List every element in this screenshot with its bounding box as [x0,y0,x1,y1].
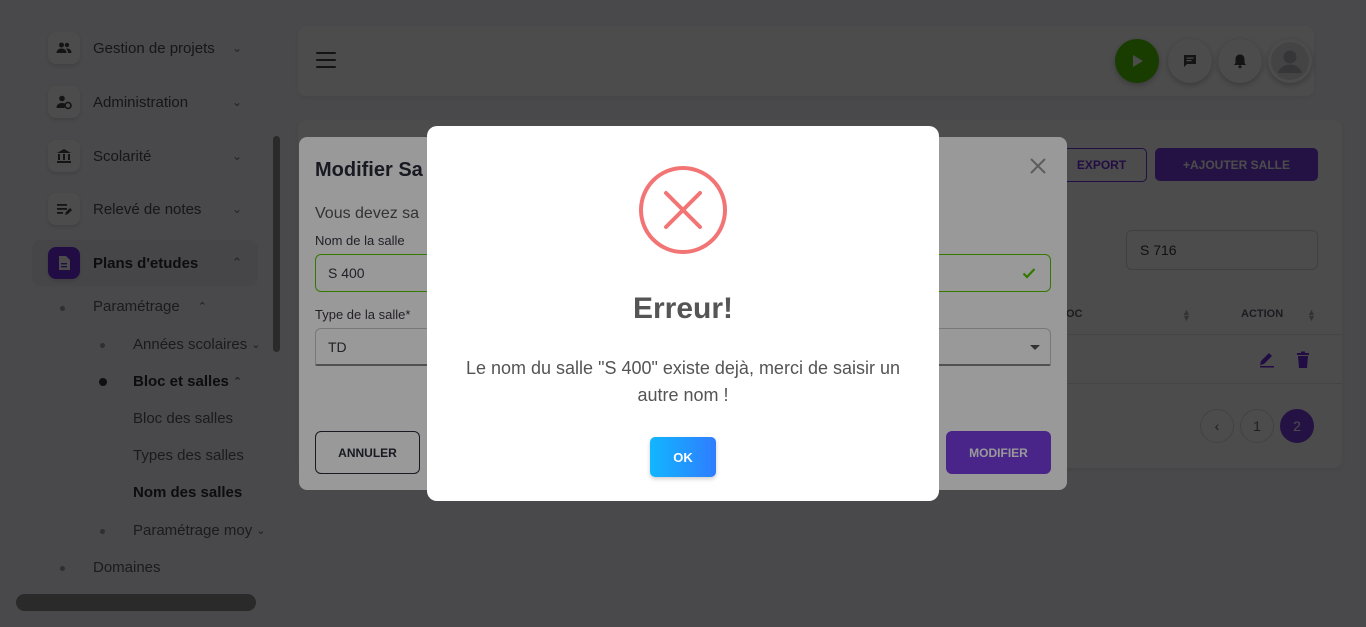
alert-title: Erreur! [632,292,734,325]
ok-button[interactable]: OK [650,437,716,477]
alert-message: Le nom du salle "S 400" existe dejà, mer… [465,358,900,405]
error-alert: Erreur! Le nom du salle "S 400" existe d… [427,126,939,501]
error-icon [639,166,727,254]
